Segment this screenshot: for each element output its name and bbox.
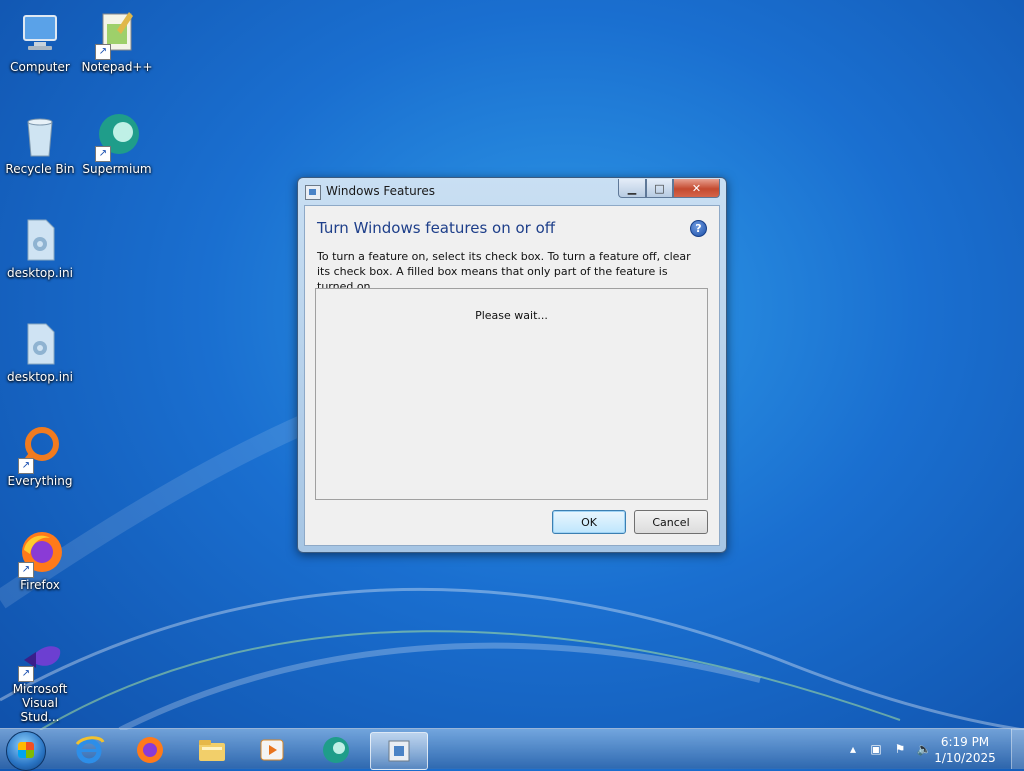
desktop-icon-label: Supermium [82,162,152,176]
minimize-icon: ▁ [627,181,637,195]
visual-studio-icon: ↗ [16,640,64,682]
desktop-icon-recycle-bin[interactable]: Recycle Bin [3,112,77,176]
taskbar-windows-features[interactable] [370,732,428,770]
show-desktop-button[interactable] [1011,729,1024,769]
start-button[interactable] [6,731,46,771]
show-hidden-icons-button[interactable]: ▴ [845,741,861,757]
action-center-flag-icon[interactable]: ⚑ [892,741,908,757]
file-explorer-icon [199,740,225,761]
title-bar[interactable]: Windows Features ▁ □ ✕ [298,178,726,204]
desktop-icon-label: Recycle Bin [5,162,75,176]
desktop-icon-desktop-ini-2[interactable]: desktop.ini [3,320,77,384]
notepadpp-icon: ↗ [93,10,141,60]
firefox-icon: ↗ [16,528,64,578]
taskbar-supermium[interactable] [310,732,362,768]
shortcut-arrow-icon: ↗ [95,44,111,60]
dialog-heading: Turn Windows features on or off [317,219,556,237]
taskbar-media-player[interactable] [246,732,298,768]
supermium-icon [323,737,349,763]
settings-file-icon [16,320,64,368]
loading-status: Please wait... [475,309,548,322]
desktop-icon-label: Microsoft Visual Stud... [12,682,68,724]
desktop-icon-computer[interactable]: Computer [3,10,77,74]
everything-icon: ↗ [16,424,64,474]
taskbar: ▴ ▣ ⚑ 🔈 6:19 PM 1/10/2025 [0,728,1024,771]
taskbar-internet-explorer[interactable] [63,732,115,768]
close-button[interactable]: ✕ [673,179,720,198]
media-player-icon [260,739,284,761]
shortcut-arrow-icon: ↗ [95,146,111,162]
desktop-icon-label: Everything [7,474,73,488]
network-icon[interactable]: ▣ [868,741,884,757]
computer-icon [16,10,64,58]
desktop-icon-notepadpp[interactable]: ↗ Notepad++ [80,10,154,74]
desktop-icon-supermium[interactable]: ↗ Supermium [80,112,154,176]
desktop-icon-label: Firefox [20,578,60,592]
recycle-bin-icon [16,112,64,160]
desktop-icon-label: Computer [10,60,70,74]
taskbar-firefox[interactable] [124,732,176,768]
settings-file-icon [16,216,64,264]
ok-button[interactable]: OK [552,510,626,534]
dialog-content: Turn Windows features on or off ? To tur… [304,205,720,546]
windows-features-dialog: Windows Features ▁ □ ✕ Turn Windows feat… [297,177,727,553]
firefox-icon [137,737,163,763]
desktop-icon-visual-studio[interactable]: ↗ Microsoft Visual Stud... [3,640,77,724]
window-title: Windows Features [326,184,435,198]
desktop-icon-label: desktop.ini [7,266,73,280]
maximize-button[interactable]: □ [646,179,673,198]
cancel-button[interactable]: Cancel [634,510,708,534]
help-icon[interactable]: ? [690,220,707,237]
desktop-icon-firefox[interactable]: ↗ Firefox [3,528,77,592]
shortcut-arrow-icon: ↗ [18,562,34,578]
shortcut-arrow-icon: ↗ [18,666,34,682]
supermium-icon: ↗ [93,112,141,162]
features-list[interactable]: Please wait... [315,288,708,500]
clock-time: 6:19 PM [940,735,990,749]
clock[interactable]: 6:19 PM 1/10/2025 [930,734,1000,766]
window-app-icon [305,185,321,200]
minimize-button[interactable]: ▁ [618,179,646,198]
caption-buttons: ▁ □ ✕ [618,179,720,198]
desktop-icon-label: desktop.ini [7,370,73,384]
desktop-icon-desktop-ini-1[interactable]: desktop.ini [3,216,77,280]
desktop-icon-label: Notepad++ [81,60,153,74]
windows-features-icon [388,740,410,762]
shortcut-arrow-icon: ↗ [18,458,34,474]
taskbar-file-explorer[interactable] [186,732,238,768]
close-icon: ✕ [691,181,702,195]
internet-explorer-icon [75,736,105,764]
maximize-icon: □ [654,181,665,195]
desktop-icon-everything[interactable]: ↗ Everything [3,424,77,488]
clock-date: 1/10/2025 [934,751,996,765]
